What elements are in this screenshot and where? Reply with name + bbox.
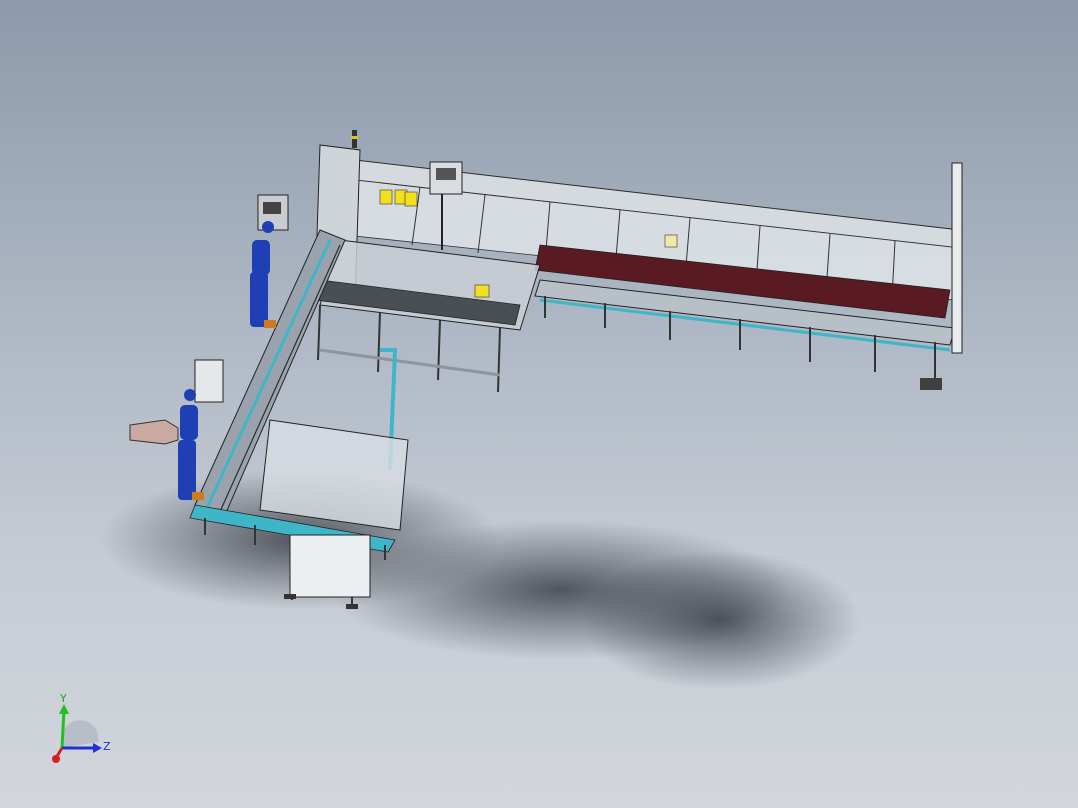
assembly-line-model[interactable]: [0, 0, 1078, 808]
y-axis-label: Y: [59, 692, 67, 705]
cad-viewport[interactable]: Y Z: [0, 0, 1078, 808]
triad-quarter-sphere: [62, 720, 99, 748]
z-axis-label: Z: [103, 740, 111, 753]
operator-upper: [250, 221, 276, 328]
z-axis-arrowhead: [93, 743, 102, 753]
x-axis-arrowhead: [52, 755, 60, 763]
y-axis-arrowhead: [59, 704, 69, 714]
view-triad[interactable]: Y Z: [40, 690, 120, 770]
y-axis-arrow: [60, 709, 66, 749]
